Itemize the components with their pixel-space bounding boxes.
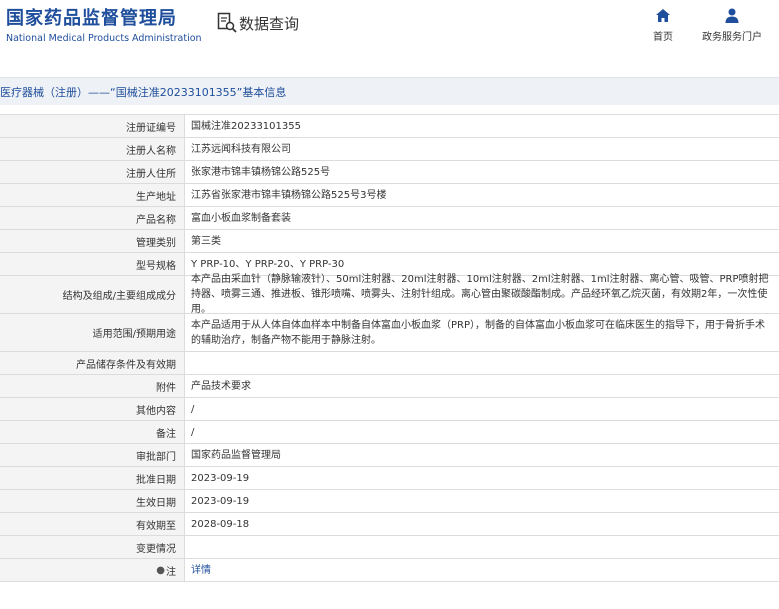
field-value: 产品技术要求 — [191, 380, 251, 392]
note-label: 注 — [166, 566, 176, 578]
table-row: 注册证编号 国械注准20233101355 — [0, 115, 779, 138]
field-value — [185, 536, 779, 558]
table-row: 其他内容 / — [0, 398, 779, 421]
info-bulb-icon: ● — [156, 564, 165, 576]
field-value: 张家港市锦丰镇杨锦公路525号 — [191, 166, 331, 178]
field-label: 生产地址 — [0, 184, 185, 206]
field-value: / — [191, 426, 195, 438]
field-label: 批准日期 — [0, 467, 185, 489]
field-value: 本产品由采血针（静脉输液针）、50ml注射器、20ml注射器、10ml注射器、2… — [191, 274, 769, 315]
table-row: 管理类别 第三类 — [0, 230, 779, 253]
table-row: 注册人名称 江苏远闻科技有限公司 — [0, 138, 779, 161]
field-value: 江苏省张家港市锦丰镇杨锦公路525号3号楼 — [191, 189, 387, 201]
field-label: 生效日期 — [0, 490, 185, 512]
table-row: 备注 / — [0, 421, 779, 444]
field-label: 结构及组成/主要组成成分 — [0, 276, 185, 313]
brand-name-cn: 国家药品监督管理局 — [6, 8, 177, 29]
table-row: 批准日期 2023-09-19 — [0, 467, 779, 490]
field-label: 附件 — [0, 375, 185, 397]
table-row: 产品储存条件及有效期 — [0, 352, 779, 375]
brand-name-en: National Medical Products Administration — [6, 33, 202, 44]
breadcrumb-text: 医疗器械（注册）——“国械注准20233101355”基本信息 — [0, 86, 287, 99]
field-label: 管理类别 — [0, 230, 185, 252]
table-row: 变更情况 — [0, 536, 779, 559]
table-row: 结构及组成/主要组成成分 本产品由采血针（静脉输液针）、50ml注射器、20ml… — [0, 274, 779, 315]
field-label: 注册证编号 — [0, 115, 185, 137]
field-value: 2028-09-18 — [191, 518, 250, 530]
nav-service-portal[interactable]: 政务服务门户 — [700, 8, 764, 43]
field-label: 备注 — [0, 421, 185, 443]
table-row: 有效期至 2028-09-18 — [0, 513, 779, 536]
site-header: 国家药品监督管理局 National Medical Products Admi… — [0, 0, 779, 62]
field-value: 2023-09-19 — [191, 472, 250, 484]
table-row: 适用范围/预期用途 本产品适用于从人体自体血样本中制备自体富血小板血浆（PRP）… — [0, 314, 779, 352]
search-document-icon — [217, 12, 237, 33]
nav-home[interactable]: 首页 — [646, 8, 680, 43]
field-value: 第三类 — [191, 235, 221, 247]
field-value: 富血小板血浆制备套装 — [191, 212, 291, 224]
field-value: 国械注准20233101355 — [191, 120, 301, 132]
field-label: 其他内容 — [0, 398, 185, 420]
data-query-title: 数据查询 — [217, 12, 299, 34]
field-label: 审批部门 — [0, 444, 185, 466]
site-logo[interactable]: 国家药品监督管理局 National Medical Products Admi… — [6, 8, 202, 44]
table-row: ● 注 详情 — [0, 559, 779, 582]
field-value: 江苏远闻科技有限公司 — [191, 143, 291, 155]
nav-service-label: 政务服务门户 — [702, 32, 762, 43]
table-row: 生产地址 江苏省张家港市锦丰镇杨锦公路525号3号楼 — [0, 184, 779, 207]
field-value — [185, 352, 779, 374]
field-value: / — [191, 403, 195, 415]
user-icon — [725, 8, 739, 23]
table-row: 审批部门 国家药品监督管理局 — [0, 444, 779, 467]
breadcrumb: 医疗器械（注册）——“国械注准20233101355”基本信息 — [0, 77, 779, 105]
detail-table: 注册证编号 国械注准20233101355 注册人名称 江苏远闻科技有限公司 注… — [0, 114, 779, 582]
nav-home-label: 首页 — [653, 32, 673, 43]
field-label: 型号规格 — [0, 253, 185, 275]
table-row: 产品名称 富血小板血浆制备套装 — [0, 207, 779, 230]
field-label: 变更情况 — [0, 536, 185, 558]
home-icon — [656, 9, 670, 22]
field-value: 本产品适用于从人体自体血样本中制备自体富血小板血浆（PRP），制备的自体富血小板… — [191, 319, 766, 346]
field-label: 产品名称 — [0, 207, 185, 229]
field-value: 2023-09-19 — [191, 495, 250, 507]
data-query-label: 数据查询 — [239, 14, 300, 33]
field-label: 适用范围/预期用途 — [0, 314, 185, 351]
field-label: 有效期至 — [0, 513, 185, 535]
field-label: 注册人住所 — [0, 161, 185, 183]
field-label: ● 注 — [0, 559, 185, 581]
table-row: 注册人住所 张家港市锦丰镇杨锦公路525号 — [0, 161, 779, 184]
field-label: 注册人名称 — [0, 138, 185, 160]
field-label: 产品储存条件及有效期 — [0, 352, 185, 374]
table-row: 附件 产品技术要求 — [0, 375, 779, 398]
table-row: 生效日期 2023-09-19 — [0, 490, 779, 513]
field-value: 国家药品监督管理局 — [191, 449, 281, 461]
details-link[interactable]: 详情 — [185, 559, 779, 581]
